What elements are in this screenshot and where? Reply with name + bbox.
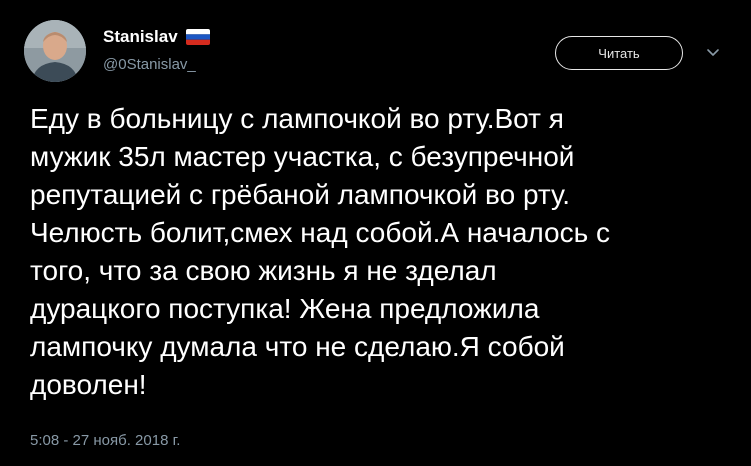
tweet-timestamp[interactable]: 5:08 - 27 нояб. 2018 г. (30, 432, 180, 449)
follow-button[interactable]: Читать (555, 36, 683, 70)
chevron-down-icon[interactable] (703, 42, 723, 62)
russia-flag-icon (185, 29, 210, 45)
author-name[interactable]: Stanislav (103, 27, 178, 47)
avatar-image (24, 20, 86, 82)
tweet-text: Еду в больницу с лампочкой во рту.Вот я … (30, 103, 610, 400)
author-name-row: Stanislav (103, 27, 210, 47)
avatar[interactable] (24, 20, 86, 82)
tweet-card: Stanislav @0Stanislav_ Читать Еду в боль… (0, 0, 751, 466)
follow-button-label: Читать (598, 45, 640, 61)
author-handle[interactable]: @0Stanislav_ (103, 56, 196, 73)
